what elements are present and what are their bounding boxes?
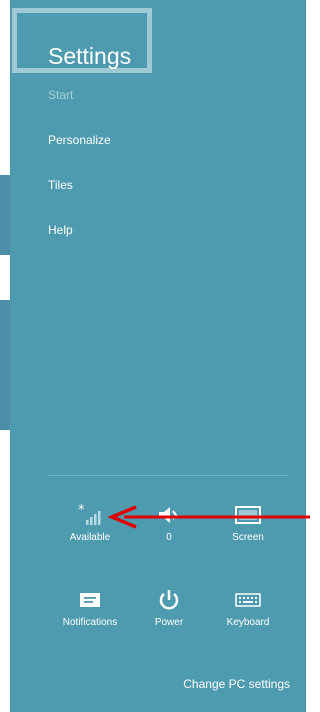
annotation-arrow: [107, 505, 310, 529]
